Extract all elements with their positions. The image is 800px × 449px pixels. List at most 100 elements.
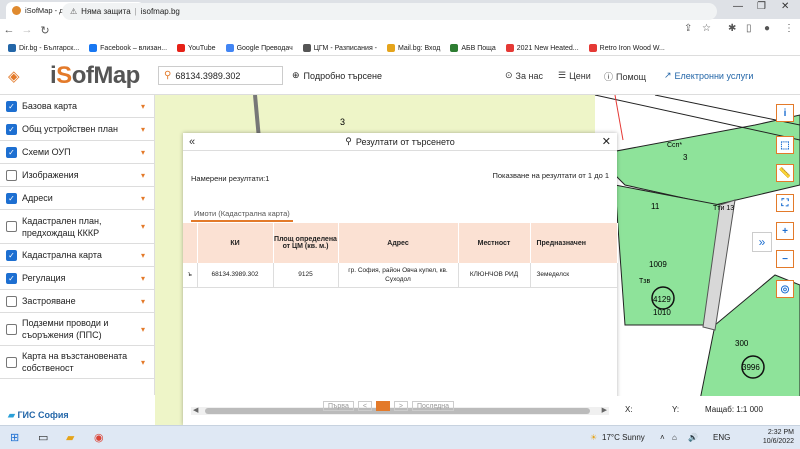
scale-label[interactable]: Мащаб: 1:1 000 (705, 405, 763, 414)
tray-up-icon[interactable]: ˄ (660, 433, 665, 442)
prices-link[interactable]: ☰ Цени (558, 70, 591, 81)
file-explorer-icon[interactable]: ▰ (66, 431, 74, 444)
bookmark-item[interactable]: Dir.bg - Българск... (8, 44, 79, 52)
search-input[interactable]: ⚲ 68134.3989.302 (158, 66, 283, 85)
bookmark-item[interactable]: 2021 New Heated... (505, 44, 579, 52)
bookmark-item[interactable]: Mail.bg: Вход (387, 44, 440, 52)
not-secure-icon[interactable]: ⚠ (70, 7, 77, 16)
zoom-in-icon[interactable]: + (776, 222, 794, 240)
layer-row[interactable]: Кадастрален план, предхождащ КККР ▾ (0, 210, 154, 244)
layer-checkbox[interactable]: ✓ (6, 146, 17, 158)
layer-row[interactable]: Изображения ▾ (0, 164, 154, 187)
chevron-down-icon[interactable]: ▾ (141, 325, 154, 334)
scroll-right-icon[interactable]: ▶ (602, 406, 607, 414)
layer-checkbox[interactable] (6, 221, 17, 232)
chevron-down-icon[interactable]: ▾ (141, 125, 154, 134)
layer-checkbox[interactable] (6, 356, 17, 368)
prev-page-button[interactable]: < (357, 401, 372, 411)
first-page-button[interactable]: Първа (323, 401, 354, 411)
measure-ruler-icon[interactable]: 📏 (776, 164, 794, 182)
layer-row[interactable]: Карта на възстановената собственост ▾ (0, 346, 154, 379)
info-tool-icon[interactable]: i (776, 104, 794, 122)
locate-icon[interactable]: ◎ (776, 280, 794, 298)
advanced-search-link[interactable]: ⊕ Подробно търсене (292, 70, 382, 81)
column-header-ki[interactable]: КИ (197, 223, 274, 263)
weather-text[interactable]: 17°C Sunny (602, 433, 645, 442)
chevron-down-icon[interactable]: ▾ (141, 274, 154, 283)
about-link[interactable]: ⊙ За нас (505, 70, 543, 81)
bookmark-item[interactable]: YouTube (177, 44, 216, 52)
tab-cadastral-properties[interactable]: Имоти (Кадастрална карта) (191, 209, 293, 222)
extensions-icon[interactable]: ✱ (728, 23, 736, 34)
windows-start-icon[interactable]: ⊞ (10, 431, 19, 444)
zoom-out-icon[interactable]: − (776, 250, 794, 268)
clock[interactable]: 2:32 PM 10/6/2022 (763, 428, 794, 446)
share-icon[interactable]: ⇪ (684, 23, 692, 34)
bookmark-star-icon[interactable]: ☆ (702, 23, 711, 34)
network-icon[interactable]: ⌂ (672, 433, 677, 442)
chevron-down-icon[interactable]: ▾ (141, 194, 154, 203)
chevron-down-icon[interactable]: ▾ (141, 297, 154, 306)
column-header-area[interactable]: Площ определена от ЦМ (кв. м.) (273, 223, 339, 263)
layer-row[interactable]: Застрояване ▾ (0, 290, 154, 313)
layer-checkbox[interactable] (6, 169, 17, 181)
chevron-down-icon[interactable]: ▾ (141, 358, 154, 367)
layer-checkbox[interactable]: ✓ (6, 100, 17, 112)
layer-checkbox[interactable]: ✓ (6, 249, 17, 261)
column-header-purpose[interactable]: Предназначен (530, 223, 618, 263)
layer-checkbox[interactable]: ✓ (6, 192, 17, 204)
next-page-button[interactable]: > (393, 401, 408, 411)
cell-ki[interactable]: 68134.3989.302 (197, 263, 274, 288)
scroll-left-icon[interactable]: ◀ (193, 406, 198, 414)
chevron-down-icon[interactable]: ▾ (141, 251, 154, 260)
chrome-icon[interactable]: ◉ (94, 431, 104, 444)
eservices-link[interactable]: ↗ Електронни услуги (664, 70, 753, 81)
layer-row[interactable]: ✓ Базова карта ▾ (0, 95, 154, 118)
bookmark-item[interactable]: АБВ Поща (450, 44, 496, 52)
task-view-icon[interactable]: ▭ (38, 431, 48, 444)
back-icon[interactable]: ← (0, 24, 18, 36)
menu-icon[interactable]: ⋮ (784, 23, 794, 34)
isofmap-logo[interactable]: iSofMap (50, 62, 140, 90)
layer-checkbox[interactable] (6, 323, 17, 335)
bookmark-item[interactable]: ЦГМ - Разписания - (302, 44, 377, 52)
forward-icon[interactable]: → (18, 24, 36, 36)
help-link[interactable]: ⓘ Помощ (604, 70, 646, 83)
column-header-address[interactable]: Адрес (338, 223, 459, 263)
close-window-icon[interactable]: ✕ (781, 1, 789, 12)
table-row[interactable]: ъ 68134.3989.302 9125 гр. София, район О… (183, 263, 618, 288)
reload-icon[interactable]: ↻ (36, 24, 54, 37)
bookmark-item[interactable]: Retro Iron Wood W... (588, 44, 665, 52)
last-page-button[interactable]: Последна (411, 401, 455, 411)
layer-checkbox[interactable]: ✓ (6, 123, 17, 135)
layer-row[interactable]: ✓ Кадастрална карта ▾ (0, 244, 154, 267)
sidepanel-icon[interactable]: ▯ (746, 23, 752, 34)
chevron-down-icon[interactable]: ▾ (141, 222, 154, 231)
minimize-icon[interactable]: — (733, 1, 743, 12)
layer-row[interactable]: ✓ Общ устройствен план ▾ (0, 118, 154, 141)
bookmark-item[interactable]: Google Преводач (225, 44, 293, 52)
collapse-left-icon[interactable]: « (189, 136, 195, 148)
select-area-icon[interactable]: ⬚ (776, 136, 794, 154)
layers-icon[interactable]: ◈ (8, 67, 20, 85)
current-page-button[interactable]: 1 (375, 401, 390, 411)
layer-row[interactable]: Подземни проводи и съоръжения (ППС) ▾ (0, 313, 154, 346)
chevron-down-icon[interactable]: ▾ (141, 171, 154, 180)
chevron-down-icon[interactable]: ▾ (141, 148, 154, 157)
column-header-locality[interactable]: Местност (458, 223, 531, 263)
bookmark-item[interactable]: Facebook – влизан... (89, 44, 167, 52)
profile-icon[interactable]: ● (764, 23, 770, 34)
close-panel-button[interactable]: ✕ (602, 135, 611, 148)
layer-checkbox[interactable]: ✓ (6, 272, 17, 284)
layer-row[interactable]: ✓ Адреси ▾ (0, 187, 154, 210)
restore-icon[interactable]: ❐ (757, 1, 766, 12)
layer-row[interactable]: ✓ Схеми ОУП ▾ (0, 141, 154, 164)
layer-checkbox[interactable] (6, 295, 17, 307)
layer-row[interactable]: ✓ Регулация ▾ (0, 267, 154, 290)
fullscreen-icon[interactable]: ⛶ (776, 194, 794, 212)
chevron-down-icon[interactable]: ▾ (141, 102, 154, 111)
expand-right-icon[interactable]: » (752, 232, 772, 252)
language-indicator[interactable]: ENG (713, 433, 730, 442)
address-bar[interactable]: ⚠ Няма защита | isofmap.bg (62, 3, 717, 20)
weather-icon[interactable]: ☀ (590, 433, 597, 442)
